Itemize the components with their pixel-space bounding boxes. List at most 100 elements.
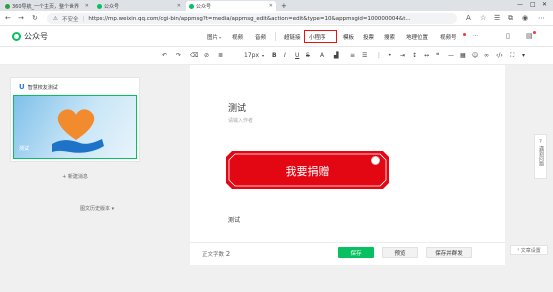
star-icon[interactable]: ☆	[480, 14, 486, 22]
menu-channels[interactable]: 视频号	[440, 33, 457, 41]
notification-dot	[463, 33, 466, 36]
article-card[interactable]: U 智慧校友测试 测试	[10, 77, 140, 162]
background-color-icon[interactable]: ▟	[334, 52, 339, 59]
menu-more[interactable]: ···	[473, 33, 478, 39]
format-painter-icon[interactable]: ⌫	[190, 52, 198, 59]
quote-icon[interactable]: ❝	[436, 52, 439, 59]
menu-link[interactable]: 超链接	[284, 33, 301, 41]
save-button[interactable]: 保存	[338, 247, 374, 258]
minimize-icon[interactable]: —	[517, 1, 523, 8]
undo-icon[interactable]: ↶	[162, 52, 167, 59]
indent-icon[interactable]: ⇥	[400, 52, 405, 59]
wechat-favicon-icon	[97, 3, 102, 9]
underline-icon[interactable]: U	[295, 52, 299, 59]
align-center-icon[interactable]: ☰	[362, 52, 367, 59]
divider: |	[82, 15, 85, 22]
collections-icon[interactable]: ⧉	[508, 14, 513, 23]
browser-tab-360[interactable]: 360导航_一个主页，整个世界 ✕	[2, 1, 92, 11]
link-icon[interactable]: ∞	[484, 52, 489, 59]
brand-name: 公众号	[24, 32, 48, 41]
browser-tab-bar: 360导航_一个主页，整个世界 ✕ 公众号 ✕ 公众号 ✕ + — □ ✕	[0, 0, 553, 11]
reload-icon[interactable]: ↻	[32, 14, 38, 22]
close-icon[interactable]: ✕	[82, 3, 89, 9]
bold-icon[interactable]: B	[272, 52, 277, 59]
menu-template[interactable]: 模板	[343, 33, 354, 41]
strikethrough-icon[interactable]: S	[306, 52, 310, 59]
menu-image[interactable]: 图片▾	[207, 33, 221, 41]
warning-icon: ⚠	[53, 15, 58, 22]
format-toolbar: ↶ ↷ ⌫ ⊘ ≣ 17px ▾ B I U S A ▟ ≡ ☰ ⋮ • ⇥ ↕…	[0, 47, 553, 65]
table-icon[interactable]: ▦	[460, 52, 466, 59]
history-version-link[interactable]: 图文历史版本 ▾	[80, 205, 114, 212]
close-icon[interactable]: ✕	[266, 3, 273, 9]
menu-vote[interactable]: 投票	[363, 33, 374, 41]
clear-format-icon[interactable]: ⊘	[204, 52, 209, 59]
reading-mode-icon[interactable]: A	[466, 14, 471, 22]
donate-button[interactable]: 我要捐赠	[226, 151, 389, 189]
window-close-icon[interactable]: ✕	[542, 1, 547, 8]
font-color-icon[interactable]: A	[320, 52, 324, 59]
favorites-icon[interactable]: ☰	[494, 14, 500, 22]
menu-search[interactable]: 搜索	[384, 33, 395, 41]
chevron-down-icon: ▾	[219, 35, 222, 40]
notification-dot	[533, 31, 536, 34]
editor-area[interactable]: 测试 请输入作者 我要捐赠 测试	[190, 65, 505, 265]
author-input[interactable]: 请输入作者	[228, 117, 253, 124]
document-icon[interactable]: ▤	[526, 32, 533, 40]
highlight-box	[304, 30, 337, 43]
article-list-panel: U 智慧校友测试 测试 + 新建消息 图文历史版本 ▾	[10, 77, 140, 213]
article-thumbnail[interactable]: 测试	[13, 95, 137, 159]
brand-logo[interactable]: 公众号	[12, 31, 48, 42]
divider	[275, 32, 276, 41]
tab-label: 公众号	[196, 3, 212, 10]
wechat-header: 公众号 图片▾ 视频 音频 超链接 小程序 模板 投票 搜索 地理位置 视频号 …	[0, 26, 553, 47]
menu-video[interactable]: 视频	[232, 33, 243, 41]
body-text[interactable]: 测试	[228, 215, 240, 224]
profile-icon[interactable]: ◉	[522, 14, 528, 22]
account-logo-icon: U	[19, 83, 25, 91]
back-icon[interactable]: ←	[5, 14, 11, 22]
fullscreen-icon[interactable]: ⛶	[510, 52, 514, 60]
font-size-select[interactable]: 17px	[244, 52, 259, 59]
italic-icon[interactable]: I	[284, 52, 286, 59]
address-bar-row: ← → ↻ ⚠ 不安全 | https://mp.weixin.qq.com/c…	[0, 11, 553, 26]
chevron-down-icon[interactable]: ▾	[262, 53, 264, 58]
mobile-preview-icon[interactable]: ▯	[506, 32, 510, 40]
new-message-button[interactable]: + 新建消息	[10, 173, 140, 180]
maximize-icon[interactable]: □	[530, 1, 536, 8]
word-count: 正文字数 2	[202, 250, 231, 258]
preview-button[interactable]: 预览	[382, 247, 418, 258]
help-tab[interactable]: ? 遇到问题	[534, 134, 547, 179]
url-text: https://mp.weixin.qq.com/cgi-bin/appmsg?…	[88, 15, 411, 22]
security-label: 不安全	[61, 16, 79, 23]
360-favicon-icon	[5, 3, 10, 9]
url-input[interactable]: ⚠ 不安全 | https://mp.weixin.qq.com/cgi-bin…	[47, 13, 457, 24]
more-tools-icon[interactable]: ▾	[522, 52, 525, 59]
ordered-list-icon[interactable]: ⋮	[376, 52, 382, 59]
divider-icon[interactable]: —	[448, 52, 454, 59]
close-icon[interactable]: ✕	[174, 3, 181, 9]
align-left-icon[interactable]: ≡	[350, 52, 355, 59]
article-title[interactable]: 测试	[228, 101, 246, 114]
menu-audio[interactable]: 音频	[255, 33, 266, 41]
article-settings-button[interactable]: ‹ 文章设置	[510, 245, 548, 255]
chevron-down-icon: ▾	[111, 206, 115, 212]
article-card-title: U 智慧校友测试	[19, 83, 58, 91]
forward-icon[interactable]: →	[18, 14, 24, 22]
wechat-logo-icon	[12, 32, 21, 41]
font-family-icon[interactable]: ≣	[218, 52, 223, 59]
bottom-action-bar: 正文字数 2 保存 预览 保存并群发	[190, 242, 505, 262]
spacing-icon[interactable]: ↔	[424, 52, 429, 59]
bullet-list-icon[interactable]: •	[388, 52, 392, 59]
redo-icon[interactable]: ↷	[176, 52, 181, 59]
save-and-send-button[interactable]: 保存并群发	[426, 247, 472, 258]
browser-tab-wechat-1[interactable]: 公众号 ✕	[94, 1, 184, 11]
menu-location[interactable]: 地理位置	[406, 33, 428, 41]
new-tab-button[interactable]: +	[278, 1, 288, 11]
line-height-icon[interactable]: ↕	[412, 52, 417, 59]
donate-label: 我要捐赠	[285, 165, 330, 178]
browser-tab-wechat-2[interactable]: 公众号 ✕	[186, 1, 276, 11]
code-icon[interactable]: ‹/›	[496, 52, 503, 59]
more-icon[interactable]: ⋯	[538, 14, 545, 22]
emoji-icon[interactable]: ☺	[472, 52, 478, 59]
